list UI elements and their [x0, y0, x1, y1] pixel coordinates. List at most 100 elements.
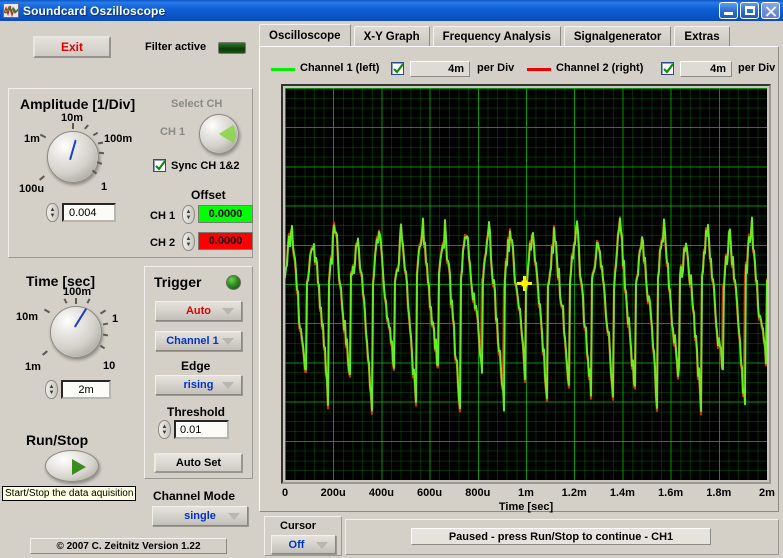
cursor-combo[interactable]: Off: [271, 535, 336, 554]
chevron-down-icon: [228, 513, 240, 520]
channel-2-per-div-field[interactable]: 4m: [680, 61, 732, 77]
amplitude-knob[interactable]: [47, 131, 99, 183]
amplitude-scale-10m: 10m: [61, 112, 84, 124]
play-icon: [72, 459, 86, 475]
x-tick-label: 0: [281, 487, 289, 499]
ch2-offset-stepper[interactable]: ▲ ▼: [182, 232, 195, 251]
tab-xy-graph[interactable]: X-Y Graph: [353, 26, 430, 47]
time-scale-1: 1: [112, 313, 119, 325]
title-bar: Soundcard Oszilloscope: [0, 0, 783, 21]
filter-active-label: Filter active: [145, 41, 207, 53]
threshold-stepper[interactable]: ▲ ▼: [158, 420, 171, 439]
cursor-title: Cursor: [280, 520, 317, 532]
x-tick-label: 1.6m: [658, 487, 684, 499]
tab-extras[interactable]: Extras: [674, 26, 730, 47]
x-tick-label: 1.4m: [609, 487, 635, 499]
trigger-mode-combo[interactable]: Auto: [155, 301, 242, 321]
ch2-offset-field[interactable]: 0.0000: [198, 232, 253, 250]
channel-2-per-div-label: per Div: [738, 62, 776, 74]
x-tick-label: 600u: [417, 487, 443, 499]
sync-ch-checkbox[interactable]: [153, 159, 166, 172]
chevron-down-icon: [316, 541, 328, 549]
amplitude-scale-100m: 100m: [104, 133, 133, 145]
channel-1-per-div-label: per Div: [477, 62, 515, 74]
copyright-label: © 2007 C. Zeitnitz Version 1.22: [30, 538, 227, 554]
window-buttons: [719, 2, 780, 19]
select-ch-title: Select CH: [171, 98, 223, 110]
amplitude-scale-1m: 1m: [24, 133, 40, 145]
time-stepper[interactable]: ▲ ▼: [45, 380, 58, 399]
status-message: Paused - press Run/Stop to continue - CH…: [411, 528, 711, 545]
maximize-icon[interactable]: [740, 2, 759, 19]
x-tick-label: 200u: [320, 487, 346, 499]
waveform-icon: [3, 3, 19, 18]
amplitude-stepper[interactable]: ▲ ▼: [46, 203, 59, 222]
time-value-field[interactable]: 2m: [61, 380, 111, 399]
amplitude-scale-1: 1: [101, 181, 108, 193]
select-ch-knob[interactable]: [199, 114, 239, 154]
tab-oscilloscope[interactable]: Oscilloscope: [259, 24, 351, 47]
x-tick-label: 2m: [759, 487, 775, 499]
tab-signalgenerator[interactable]: Signalgenerator: [563, 26, 672, 47]
trigger-source-combo[interactable]: Channel 1: [155, 331, 242, 351]
channel-1-color-swatch: [271, 68, 295, 71]
channel-mode-title: Channel Mode: [153, 489, 236, 503]
ch2-offset-label: CH 2: [150, 237, 176, 249]
ch1-offset-label: CH 1: [150, 210, 176, 222]
offset-title: Offset: [191, 188, 226, 202]
tab-frequency-analysis[interactable]: Frequency Analysis: [432, 26, 561, 47]
chevron-down-icon: [222, 338, 234, 345]
run-stop-button[interactable]: [45, 450, 99, 482]
minimize-icon[interactable]: [719, 2, 738, 19]
waveform-plot[interactable]: [285, 88, 767, 480]
time-scale-10m: 10m: [16, 311, 39, 323]
chevron-down-icon: [222, 382, 234, 389]
x-tick-label: 400u: [368, 487, 394, 499]
time-scale-1m: 1m: [25, 361, 41, 373]
chevron-down-icon: [222, 308, 234, 315]
trigger-led: [226, 275, 241, 290]
x-tick-label: 800u: [465, 487, 491, 499]
channel-mode-combo[interactable]: single: [152, 506, 248, 526]
sync-ch-label: Sync CH 1&2: [171, 160, 240, 172]
threshold-title: Threshold: [167, 405, 226, 419]
time-scale-100m: 100m: [63, 286, 92, 298]
channel-mode-value: single: [184, 510, 216, 522]
amplitude-value-field[interactable]: 0.004: [62, 203, 116, 222]
x-tick-label: 1.2m: [561, 487, 587, 499]
cursor-value: Off: [288, 538, 305, 551]
trigger-edge-value: rising: [183, 379, 214, 391]
close-icon[interactable]: [761, 2, 780, 19]
threshold-field[interactable]: 0.01: [174, 420, 229, 439]
run-stop-title: Run/Stop: [26, 432, 89, 448]
trigger-mode-value: Auto: [185, 305, 212, 317]
x-tick-label: 1.8m: [706, 487, 732, 499]
trigger-group: Trigger Auto Channel 1 Edge rising Thres…: [144, 266, 253, 479]
trigger-title: Trigger: [154, 274, 202, 290]
exit-button[interactable]: Exit: [33, 36, 111, 58]
cursor-group: Cursor Off: [264, 516, 342, 556]
auto-set-button[interactable]: Auto Set: [154, 453, 243, 473]
tab-bar: Oscilloscope X-Y Graph Frequency Analysi…: [259, 24, 733, 47]
amplitude-title: Amplitude [1/Div]: [20, 96, 136, 112]
window-title: Soundcard Oszilloscope: [23, 3, 166, 18]
x-tick-label: 1m: [518, 487, 534, 499]
run-stop-tooltip: Start/Stop the data aquisition: [2, 486, 137, 501]
channel-1-per-div-field[interactable]: 4m: [410, 61, 470, 77]
select-ch-value: CH 1: [160, 126, 186, 138]
amplitude-scale-100u: 100u: [19, 183, 45, 195]
ch1-offset-stepper[interactable]: ▲ ▼: [182, 205, 195, 224]
channel-2-color-swatch: [527, 68, 551, 71]
filter-active-led: [218, 42, 246, 54]
amplitude-group: Amplitude [1/Div] 10m 1m 100m 100u 1 ▲ ▼ …: [8, 88, 253, 258]
channel-2-label: Channel 2 (right): [556, 62, 644, 74]
trigger-edge-combo[interactable]: rising: [155, 375, 242, 395]
channel-1-label: Channel 1 (left): [300, 62, 380, 74]
channel-1-checkbox[interactable]: [391, 62, 404, 75]
time-scale-10: 10: [103, 360, 116, 372]
time-knob[interactable]: [50, 306, 102, 358]
trigger-source-value: Channel 1: [166, 335, 219, 347]
channel-2-checkbox[interactable]: [661, 62, 674, 75]
application-window: Soundcard Oszilloscope Exit Filter activ…: [0, 0, 783, 558]
ch1-offset-field[interactable]: 0.0000: [198, 205, 253, 223]
